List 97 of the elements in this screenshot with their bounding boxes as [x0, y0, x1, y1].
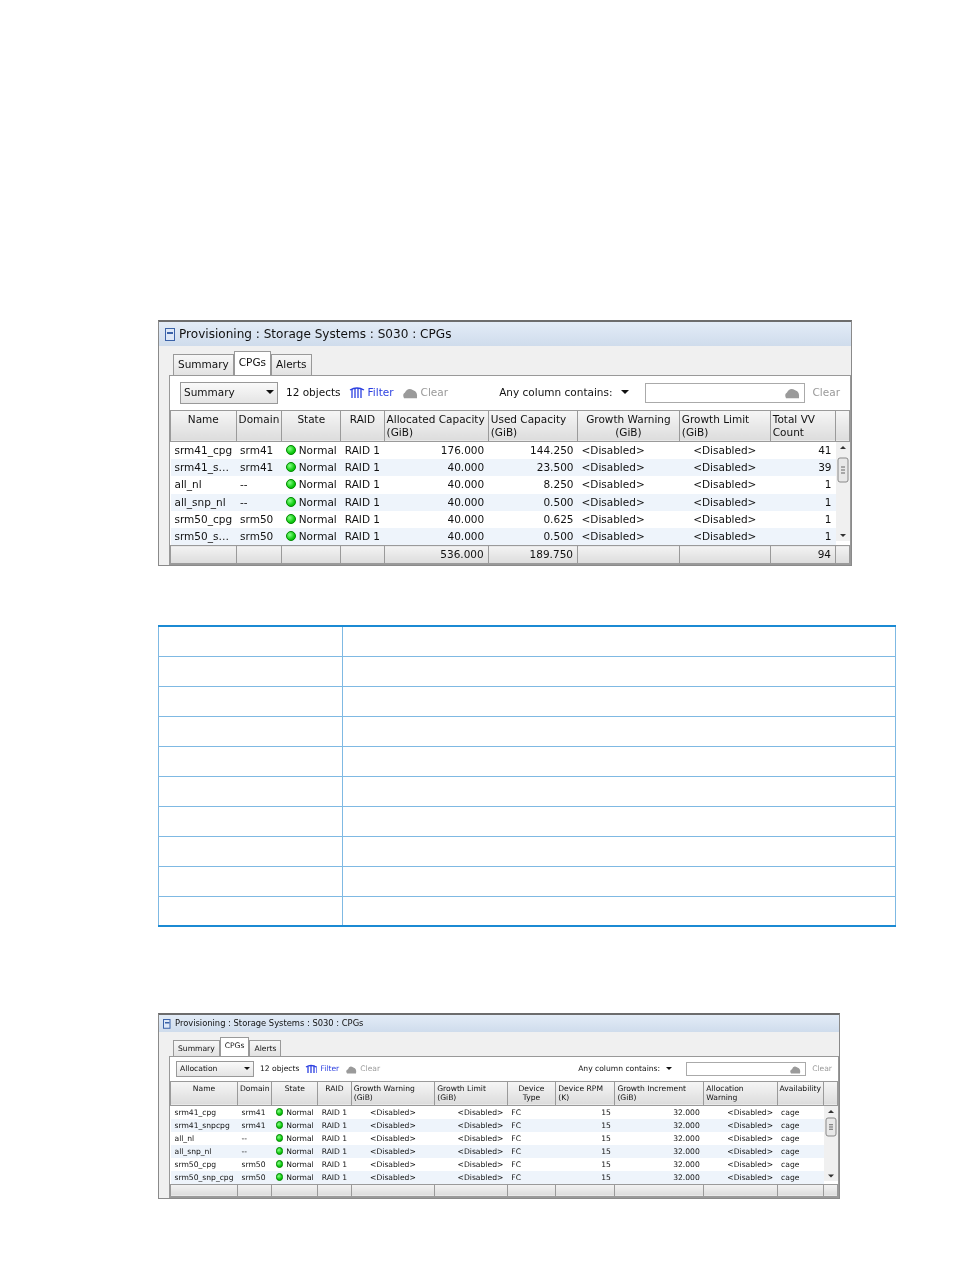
- table-cell: RAID 1: [340, 510, 385, 528]
- table-cell: <Disabled>: [679, 459, 771, 477]
- document-icon: [165, 327, 175, 341]
- table-cell: <Disabled>: [679, 527, 771, 546]
- table-cell: <Disabled>: [577, 476, 680, 494]
- table-cell: <Disabled>: [577, 493, 680, 511]
- table-cell: <Disabled>: [577, 510, 680, 528]
- filter-icon: [348, 386, 365, 400]
- window-title: Provisioning : Storage Systems : S030 : CPGs: [175, 1017, 364, 1030]
- cloud-icon: [401, 386, 418, 399]
- table-cell: <Disabled>: [577, 459, 680, 477]
- table-cell: <Disabled>: [577, 441, 680, 460]
- filter-button[interactable]: Filter: [348, 384, 394, 401]
- total-cell: 189.750: [488, 545, 578, 564]
- table-cell: <Disabled>: [679, 493, 771, 511]
- table-cell: 39: [770, 459, 836, 477]
- tab[interactable]: Summary: [173, 354, 234, 375]
- table-cell: RAID 1: [340, 459, 385, 477]
- table-cell: <Disabled>: [679, 476, 771, 494]
- table-cell: --: [236, 476, 282, 494]
- cloud-icon: [789, 1064, 802, 1074]
- document-icon: [163, 1018, 171, 1029]
- column-header[interactable]: State: [281, 410, 341, 442]
- status-icon: [285, 496, 296, 507]
- status-cell: Normal: [281, 459, 341, 477]
- total-cell: 536.000: [384, 545, 489, 564]
- tab[interactable]: CPGs: [233, 351, 272, 375]
- table-cell: 1: [770, 493, 836, 511]
- status-cell: Normal: [281, 510, 341, 528]
- window-title: Provisioning : Storage Systems : S030 : CPGs: [179, 326, 452, 343]
- table-cell: 1: [770, 527, 836, 546]
- column-header[interactable]: Used Capacity (GiB): [488, 410, 578, 442]
- table-cell: 8.250: [488, 476, 578, 494]
- table-cell: 1: [770, 510, 836, 528]
- table-cell: 40.000: [384, 459, 489, 477]
- table-cell: 144.250: [488, 441, 578, 460]
- table-cell: srm41_cpg: [170, 441, 237, 460]
- column-header[interactable]: Name: [170, 410, 237, 442]
- column-header[interactable]: Growth Warning (GiB): [577, 410, 680, 442]
- table-cell: srm50: [236, 527, 282, 546]
- table-cell: srm50_s…: [170, 527, 237, 546]
- cloud-icon: [345, 1064, 358, 1074]
- view-dropdown[interactable]: Summary: [180, 381, 278, 404]
- table-cell: srm41: [236, 459, 282, 477]
- caret-icon: [266, 390, 274, 396]
- status-cell: Normal: [281, 493, 341, 511]
- table-cell: 40.000: [384, 510, 489, 528]
- column-header[interactable]: Allocated Capacity (GiB): [384, 410, 489, 442]
- table-cell: 40.000: [384, 527, 489, 546]
- table-cell: <Disabled>: [679, 441, 771, 460]
- status-icon: [285, 444, 296, 455]
- tab[interactable]: Alerts: [271, 354, 312, 375]
- total-cell: 94: [770, 545, 836, 564]
- status-cell: Normal: [281, 527, 341, 546]
- table-cell: <Disabled>: [679, 510, 771, 528]
- table-cell: srm50: [236, 510, 282, 528]
- caret-icon: [620, 390, 629, 396]
- table-cell: 0.500: [488, 527, 578, 546]
- table-cell: srm41_s…: [170, 459, 237, 477]
- table-cell: RAID 1: [340, 493, 385, 511]
- column-header[interactable]: Total VV Count: [770, 410, 836, 442]
- table-cell: 0.625: [488, 510, 578, 528]
- status-icon: [285, 479, 296, 490]
- search-label: Any column contains:: [499, 384, 613, 400]
- table-cell: 41: [770, 441, 836, 460]
- table-cell: <Disabled>: [577, 527, 680, 546]
- object-count: 12 objects: [286, 384, 341, 400]
- table-cell: 0.500: [488, 493, 578, 511]
- table-cell: RAID 1: [340, 527, 385, 546]
- filter-icon: [305, 1064, 318, 1074]
- table-cell: srm41: [236, 441, 282, 460]
- column-dropdown[interactable]: [620, 390, 629, 396]
- column-header[interactable]: RAID: [340, 410, 385, 442]
- table-cell: 1: [770, 476, 836, 494]
- table-cell: RAID 1: [340, 476, 385, 494]
- table-cell: 40.000: [384, 493, 489, 511]
- table-cell: all_snp_nl: [170, 493, 237, 511]
- search-field[interactable]: [686, 1062, 807, 1076]
- caret-icon: [666, 1067, 673, 1071]
- table-cell: 23.500: [488, 459, 578, 477]
- status-cell: Normal: [281, 476, 341, 494]
- column-header[interactable]: Domain: [236, 410, 282, 442]
- table-cell: all_nl: [170, 476, 237, 494]
- status-cell: Normal: [281, 441, 341, 460]
- table-cell: 40.000: [384, 476, 489, 494]
- cloud-icon: [783, 386, 800, 399]
- column-header[interactable]: Growth Limit (GiB): [679, 410, 771, 442]
- search-field[interactable]: [644, 382, 805, 403]
- table-cell: srm50_cpg: [170, 510, 237, 528]
- column-dropdown[interactable]: [666, 1067, 673, 1071]
- table-cell: 176.000: [384, 441, 489, 460]
- caret-icon: [244, 1067, 250, 1071]
- table-cell: RAID 1: [340, 441, 385, 460]
- status-icon: [285, 531, 296, 541]
- status-icon: [285, 513, 296, 524]
- table-cell: --: [236, 493, 282, 511]
- status-icon: [285, 462, 296, 473]
